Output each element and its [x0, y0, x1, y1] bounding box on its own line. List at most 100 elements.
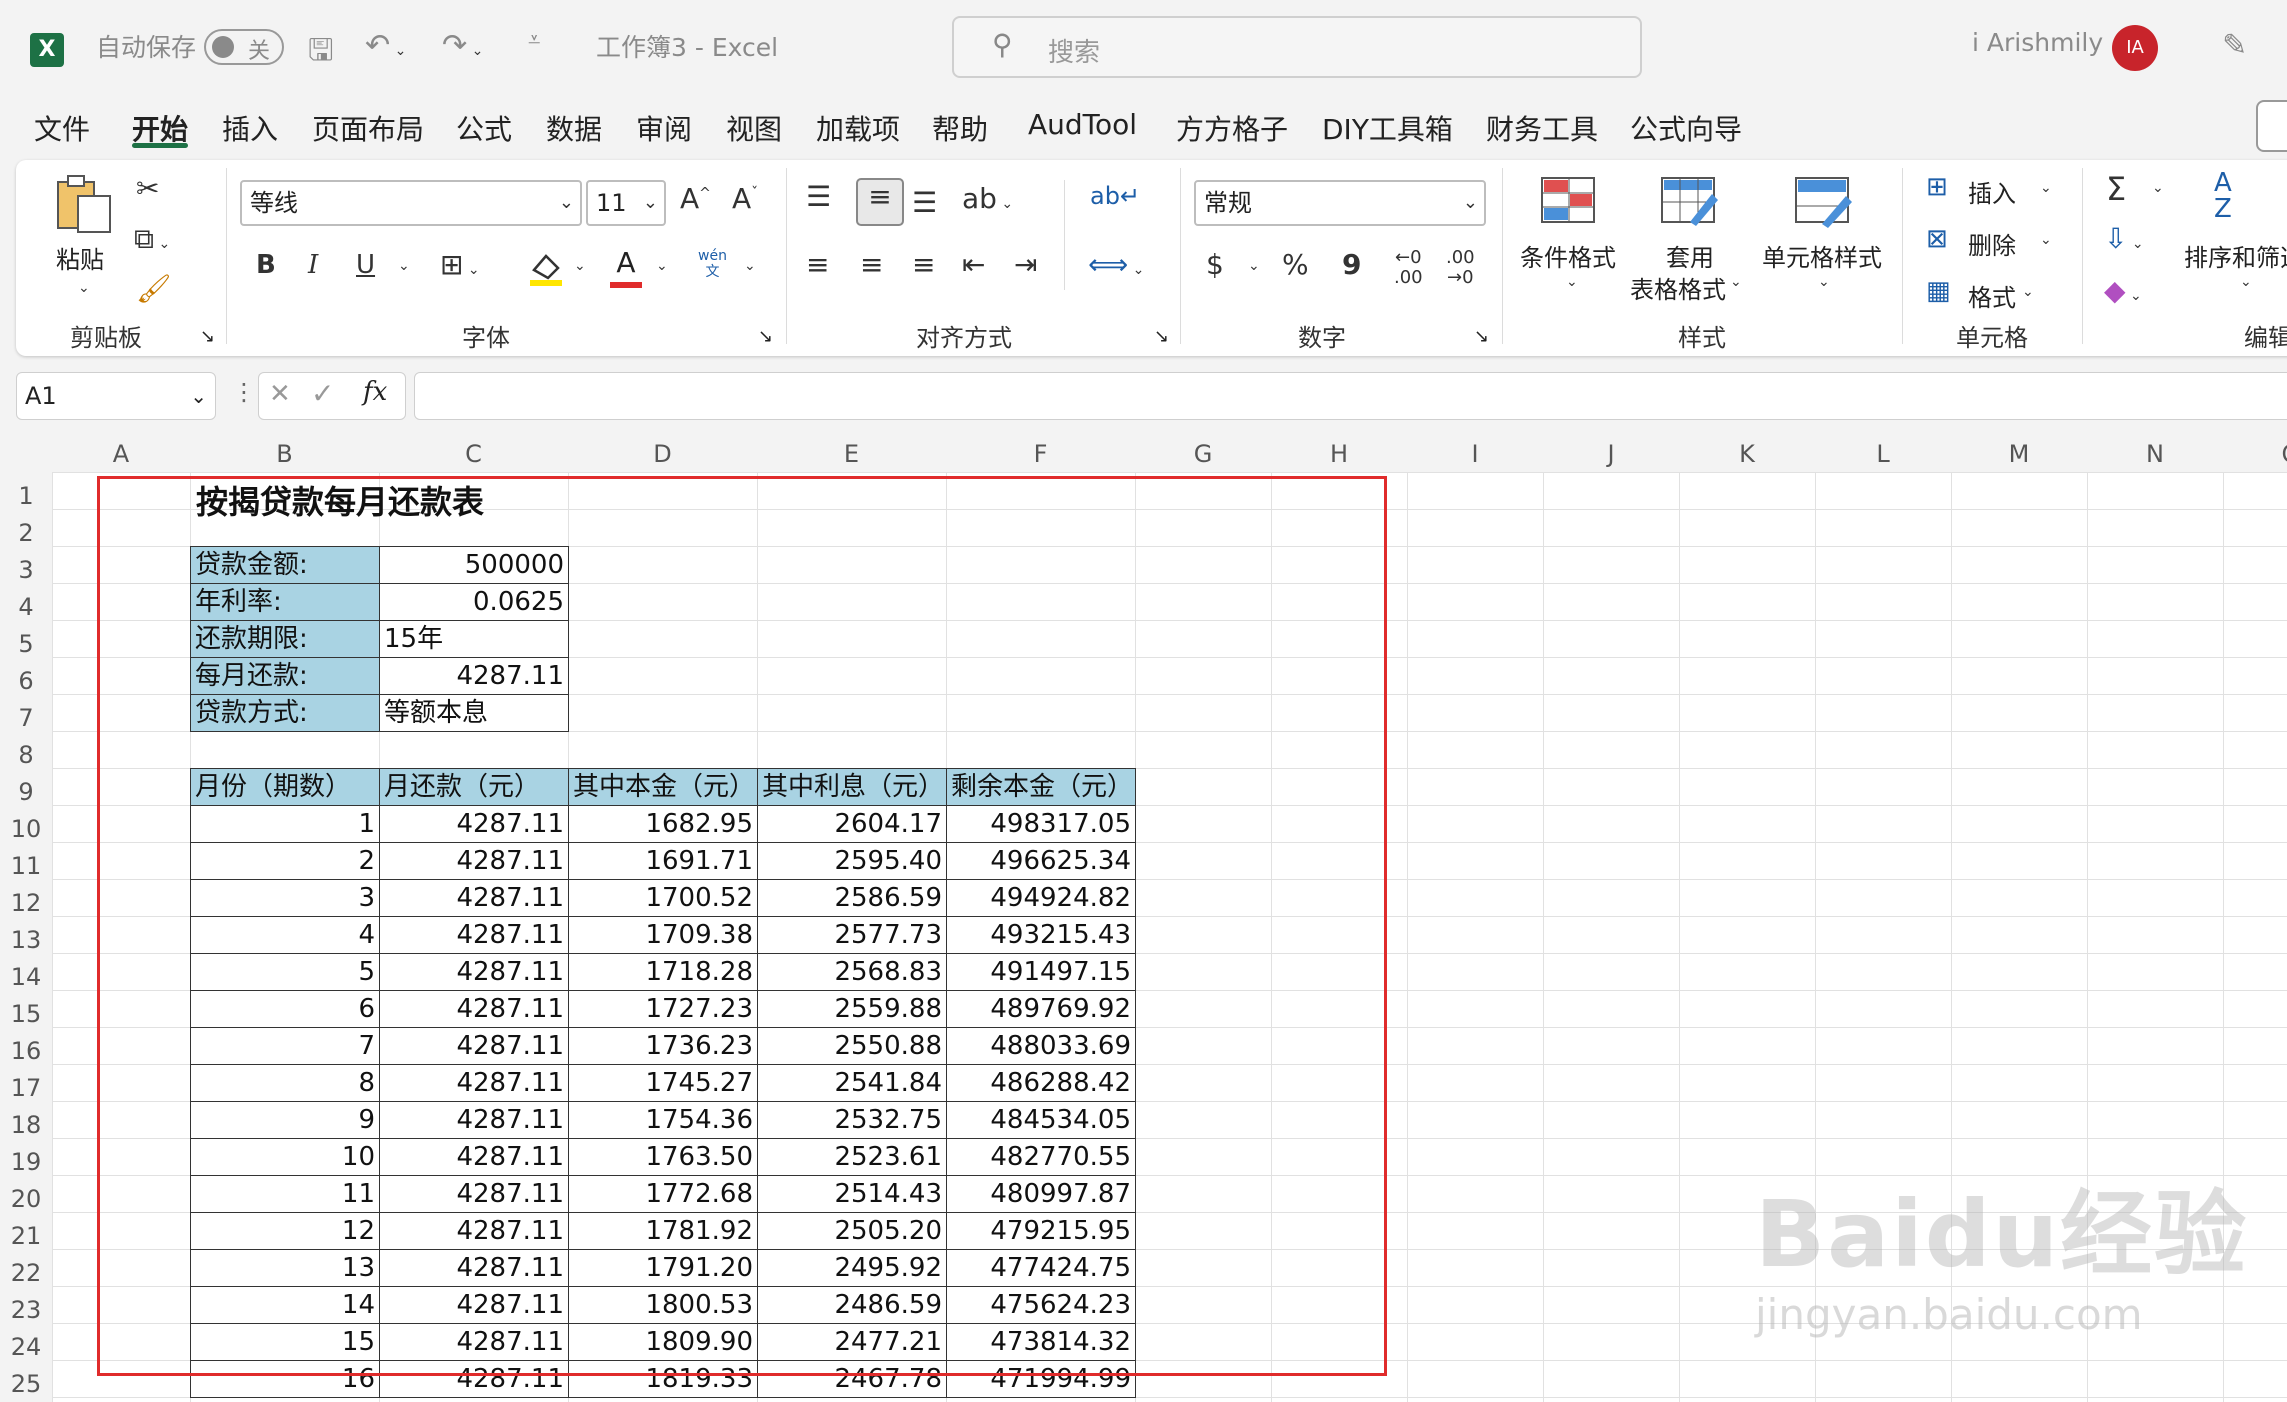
conditional-formatting-icon[interactable]	[1540, 176, 1600, 228]
percent-button[interactable]: %	[1282, 248, 1309, 281]
format-as-table-dropdown-icon[interactable]: ⌄	[1730, 274, 1742, 290]
conditional-formatting-button[interactable]: 条件格式	[1520, 238, 1616, 273]
row-header[interactable]: 3	[0, 556, 52, 584]
cell-styles-button[interactable]: 单元格样式	[1762, 238, 1882, 273]
delete-cells-button[interactable]: 删除	[1968, 226, 2016, 261]
align-top-icon[interactable]: ☰	[806, 180, 831, 213]
tab-review[interactable]: 审阅	[636, 108, 692, 148]
cell-styles-dropdown-icon[interactable]: ⌄	[1818, 274, 1830, 290]
row-header[interactable]: 18	[0, 1111, 52, 1139]
tab-help[interactable]: 帮助	[932, 108, 988, 148]
column-header-m[interactable]: M	[1951, 432, 2087, 472]
row-header[interactable]: 10	[0, 815, 52, 843]
clear-icon[interactable]: ◆ ⌄	[2104, 274, 2142, 307]
align-right-icon[interactable]: ≡	[912, 248, 935, 281]
format-as-table-icon[interactable]	[1660, 176, 1720, 228]
redo-icon[interactable]: ↷ ⌄	[442, 28, 483, 63]
column-header-e[interactable]: E	[757, 432, 946, 472]
borders-icon[interactable]: ⊞ ⌄	[440, 248, 480, 281]
column-header-i[interactable]: I	[1407, 432, 1543, 472]
number-format-select[interactable]: 常规 ⌄	[1194, 180, 1486, 226]
pen-icon[interactable]: ✎	[2222, 28, 2247, 63]
align-bottom-icon[interactable]: ☰	[912, 186, 937, 219]
row-header[interactable]: 6	[0, 667, 52, 695]
tab-home[interactable]: 开始	[132, 108, 188, 148]
increase-decimal-icon[interactable]: ←0.00	[1394, 248, 1423, 288]
more-options-icon[interactable]: ⋮	[232, 378, 256, 406]
comma-style-button[interactable]: 9	[1342, 248, 1361, 281]
paste-button[interactable]: 粘贴	[56, 240, 104, 275]
column-header-j[interactable]: J	[1543, 432, 1679, 472]
tab-view[interactable]: 视图	[726, 108, 782, 148]
sort-filter-dropdown-icon[interactable]: ⌄	[2240, 274, 2252, 290]
currency-button[interactable]: $	[1206, 248, 1224, 281]
row-header[interactable]: 9	[0, 778, 52, 806]
autosum-button[interactable]: Σ	[2106, 170, 2126, 208]
format-cells-dropdown-icon[interactable]: ⌄	[2022, 284, 2034, 300]
tab-finance-tools[interactable]: 财务工具	[1486, 108, 1598, 148]
row-header[interactable]: 21	[0, 1222, 52, 1250]
format-as-table-button[interactable]: 表格格式	[1630, 270, 1726, 305]
column-header-d[interactable]: D	[568, 432, 757, 472]
tab-fangfang[interactable]: 方方格子	[1176, 108, 1288, 148]
delete-cells-icon[interactable]: ⊠	[1926, 224, 1948, 254]
sort-filter-button[interactable]: 排序和筛选	[2184, 238, 2287, 273]
paste-dropdown-icon[interactable]: ⌄	[78, 280, 90, 296]
tab-page-layout[interactable]: 页面布局	[312, 108, 424, 148]
row-header[interactable]: 8	[0, 741, 52, 769]
comments-icon[interactable]	[2256, 100, 2287, 152]
conditional-formatting-dropdown-icon[interactable]: ⌄	[1566, 274, 1578, 290]
tab-diy-toolbox[interactable]: DIY工具箱	[1322, 108, 1453, 148]
user-name[interactable]: i Arishmily	[1972, 28, 2103, 57]
number-launcher-icon[interactable]: ↘	[1474, 326, 1489, 347]
avatar[interactable]: IA	[2112, 25, 2158, 71]
column-header-b[interactable]: B	[190, 432, 379, 472]
search-box[interactable]: ⚲ 搜索	[952, 16, 1642, 78]
alignment-launcher-icon[interactable]: ↘	[1154, 326, 1169, 347]
cut-icon[interactable]: ✂	[136, 172, 159, 205]
column-header-a[interactable]: A	[52, 432, 190, 472]
tab-data[interactable]: 数据	[546, 108, 602, 148]
row-header[interactable]: 7	[0, 704, 52, 732]
row-header[interactable]: 15	[0, 1000, 52, 1028]
font-color-icon[interactable]: A	[606, 246, 646, 290]
format-as-table-line1[interactable]: 套用	[1666, 238, 1714, 273]
font-launcher-icon[interactable]: ↘	[758, 326, 773, 347]
phonetic-dropdown-icon[interactable]: ⌄	[744, 258, 756, 274]
orientation-icon[interactable]: ab ⌄	[962, 182, 1013, 215]
tab-addins[interactable]: 加载项	[816, 108, 900, 148]
underline-button[interactable]: U	[356, 250, 375, 280]
row-header[interactable]: 17	[0, 1074, 52, 1102]
enter-icon[interactable]: ✓	[311, 377, 334, 410]
customize-qat-icon[interactable]: ⩡	[528, 28, 540, 53]
row-header[interactable]: 19	[0, 1148, 52, 1176]
align-left-icon[interactable]: ≡	[806, 248, 829, 281]
font-color-dropdown-icon[interactable]: ⌄	[656, 258, 668, 274]
column-header-o[interactable]: O	[2223, 432, 2287, 472]
align-middle-icon[interactable]: ≡	[856, 178, 904, 226]
italic-button[interactable]: I	[308, 250, 318, 280]
tab-audtool[interactable]: AudTool	[1028, 108, 1137, 141]
decrease-decimal-icon[interactable]: .00 →0	[1446, 248, 1475, 288]
align-center-icon[interactable]: ≡	[860, 248, 883, 281]
tab-insert[interactable]: 插入	[222, 108, 278, 148]
merge-center-icon[interactable]: ⟺ ⌄	[1088, 248, 1144, 281]
fill-color-dropdown-icon[interactable]: ⌄	[574, 258, 586, 274]
sort-filter-icon[interactable]: AZ	[2214, 170, 2232, 222]
column-header-g[interactable]: G	[1135, 432, 1271, 472]
delete-cells-dropdown-icon[interactable]: ⌄	[2040, 232, 2052, 248]
undo-icon[interactable]: ↶ ⌄	[365, 28, 406, 63]
row-header[interactable]: 22	[0, 1259, 52, 1287]
row-header[interactable]: 1	[0, 482, 52, 510]
wrap-text-icon[interactable]: ab↵	[1090, 182, 1140, 210]
fill-icon[interactable]: ⇩ ⌄	[2104, 222, 2144, 255]
copy-icon[interactable]: ⧉ ⌄	[134, 222, 170, 256]
row-header[interactable]: 14	[0, 963, 52, 991]
autosave-toggle[interactable]: 关	[204, 29, 284, 65]
row-header[interactable]: 5	[0, 630, 52, 658]
format-cells-button[interactable]: 格式	[1968, 278, 2016, 313]
row-header[interactable]: 24	[0, 1333, 52, 1361]
bold-button[interactable]: B	[256, 250, 276, 280]
paste-icon[interactable]	[52, 172, 116, 236]
name-box[interactable]: A1 ⌄	[16, 372, 216, 420]
